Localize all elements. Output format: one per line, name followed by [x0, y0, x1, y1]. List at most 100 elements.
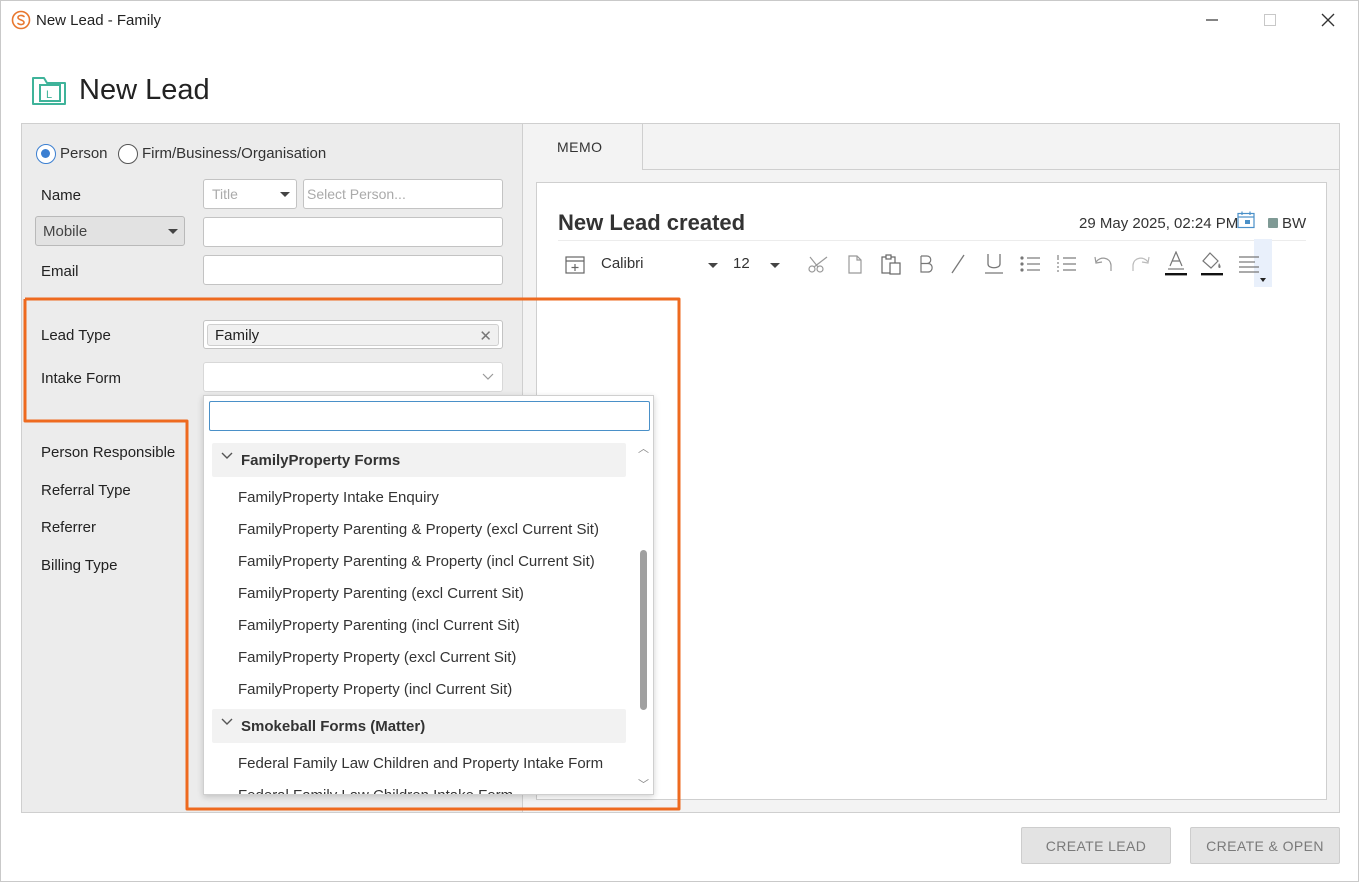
title-placeholder: Title — [212, 186, 238, 202]
create-open-button[interactable]: CREATE & OPEN — [1190, 827, 1340, 864]
create-lead-button[interactable]: CREATE LEAD — [1021, 827, 1171, 864]
lead-type-label: Lead Type — [41, 327, 111, 344]
scroll-down-icon[interactable]: ﹀ — [638, 776, 649, 792]
underline-button[interactable] — [982, 251, 1006, 277]
page-title: New Lead — [79, 74, 210, 106]
intake-form-dropdown: FamilyProperty Forms FamilyProperty Inta… — [203, 395, 654, 795]
memo-divider — [558, 240, 1306, 241]
align-button[interactable] — [1237, 251, 1261, 277]
list-item[interactable]: FamilyProperty Parenting & Property (inc… — [238, 553, 595, 570]
font-size-select[interactable]: 12 — [733, 255, 750, 272]
calendar-icon[interactable] — [1237, 211, 1255, 229]
window-title: New Lead - Family — [36, 12, 162, 29]
referrer-label: Referrer — [41, 519, 97, 536]
paste-icon — [881, 254, 901, 275]
phone-type-select[interactable]: Mobile — [35, 216, 185, 246]
underline-icon — [985, 254, 1003, 274]
name-label: Name — [41, 187, 82, 204]
email-field[interactable] — [203, 255, 503, 285]
clear-icon[interactable]: ✕ — [479, 327, 492, 345]
author-color-swatch — [1268, 218, 1278, 228]
title-select[interactable]: Title — [203, 179, 297, 209]
undo-button[interactable] — [1091, 251, 1115, 277]
chevron-down-icon[interactable] — [770, 263, 780, 268]
person-responsible-label: Person Responsible — [41, 444, 176, 461]
tab-memo[interactable]: MEMO — [523, 124, 643, 170]
list-item[interactable]: FamilyProperty Property (excl Current Si… — [238, 649, 516, 666]
highlight-color-icon — [1201, 252, 1223, 276]
list-item[interactable]: FamilyProperty Parenting (incl Current S… — [238, 617, 520, 634]
person-radio[interactable] — [36, 144, 56, 164]
cut-icon — [808, 256, 828, 273]
numbered-list-button[interactable] — [1054, 251, 1078, 277]
scroll-up-icon[interactable]: ︿ — [638, 440, 649, 456]
title-bar: New Lead - Family — [1, 1, 1358, 39]
bullet-list-button[interactable] — [1018, 251, 1042, 277]
firm-radio-label[interactable]: Firm/Business/Organisation — [142, 145, 326, 162]
smokeball-logo-icon — [11, 10, 31, 30]
close-button[interactable] — [1299, 1, 1357, 39]
email-label: Email — [41, 263, 79, 280]
list-item[interactable]: Federal Family Law Children Intake Form — [238, 787, 513, 794]
italic-button[interactable] — [947, 251, 969, 277]
intake-form-select[interactable] — [203, 362, 503, 392]
referral-type-label: Referral Type — [41, 482, 131, 499]
lead-folder-icon: L — [32, 77, 66, 105]
chevron-down-icon[interactable] — [708, 263, 718, 268]
billing-type-label: Billing Type — [41, 557, 118, 574]
list-item[interactable]: Federal Family Law Children and Property… — [238, 755, 603, 772]
font-name-select[interactable]: Calibri — [601, 255, 644, 272]
tab-divider — [643, 169, 1340, 170]
paste-button[interactable] — [879, 251, 903, 277]
phone-field[interactable] — [203, 217, 503, 247]
insert-date-button[interactable] — [563, 251, 587, 277]
lead-type-chip: Family ✕ — [207, 324, 499, 346]
group-label: Smokeball Forms (Matter) — [241, 718, 426, 735]
intake-search-input[interactable] — [209, 401, 650, 431]
font-color-icon — [1165, 251, 1187, 276]
list-item[interactable]: FamilyProperty Parenting & Property (exc… — [238, 521, 599, 538]
maximize-button[interactable] — [1241, 1, 1299, 39]
scrollbar-thumb[interactable] — [640, 550, 647, 710]
highlight-color-button[interactable] — [1200, 251, 1224, 277]
minimize-button[interactable] — [1183, 1, 1241, 39]
memo-editor[interactable]: New Lead created 29 May 2025, 02:24 PM B… — [536, 182, 1327, 800]
redo-icon — [1132, 256, 1150, 271]
memo-date: 29 May 2025, 02:24 PM — [1079, 215, 1239, 232]
chevron-down-icon — [221, 718, 233, 725]
insert-date-icon — [565, 256, 585, 274]
memo-title: New Lead created — [558, 210, 746, 235]
list-item[interactable]: FamilyProperty Intake Enquiry — [238, 489, 439, 506]
chevron-down-icon — [168, 229, 178, 234]
author-initials: BW — [1282, 215, 1307, 232]
list-item[interactable]: FamilyProperty Property (incl Current Si… — [238, 681, 512, 698]
undo-icon — [1094, 256, 1112, 271]
maximize-icon — [1264, 14, 1276, 26]
intake-form-label: Intake Form — [41, 370, 122, 387]
close-icon — [1321, 13, 1335, 27]
firm-radio[interactable] — [118, 144, 138, 164]
numbered-list-icon — [1057, 255, 1076, 272]
chevron-down-icon — [221, 452, 233, 459]
copy-button[interactable] — [843, 251, 867, 277]
minimize-icon — [1206, 19, 1218, 21]
bold-button[interactable] — [915, 251, 937, 277]
list-item[interactable]: FamilyProperty Parenting (excl Current S… — [238, 585, 524, 602]
align-icon — [1239, 256, 1259, 273]
lead-type-field[interactable]: Family ✕ — [203, 320, 503, 349]
person-radio-label[interactable]: Person — [60, 145, 108, 162]
person-select[interactable]: Select Person... — [303, 179, 503, 209]
cut-button[interactable] — [805, 251, 831, 277]
new-lead-window: New Lead - Family L New Lead Person Firm… — [0, 0, 1359, 882]
group-smokeball-forms[interactable]: Smokeball Forms (Matter) — [212, 709, 626, 743]
redo-button[interactable] — [1129, 251, 1153, 277]
group-familyproperty-forms[interactable]: FamilyProperty Forms — [212, 443, 626, 477]
group-label: FamilyProperty Forms — [241, 452, 401, 469]
tab-memo-label: MEMO — [557, 139, 603, 155]
chevron-down-icon — [280, 192, 290, 197]
person-placeholder: Select Person... — [307, 186, 406, 202]
bold-icon — [920, 255, 933, 273]
lead-icon-letter: L — [46, 89, 52, 101]
font-color-button[interactable] — [1164, 251, 1188, 277]
align-dropdown-icon[interactable] — [1260, 278, 1266, 282]
